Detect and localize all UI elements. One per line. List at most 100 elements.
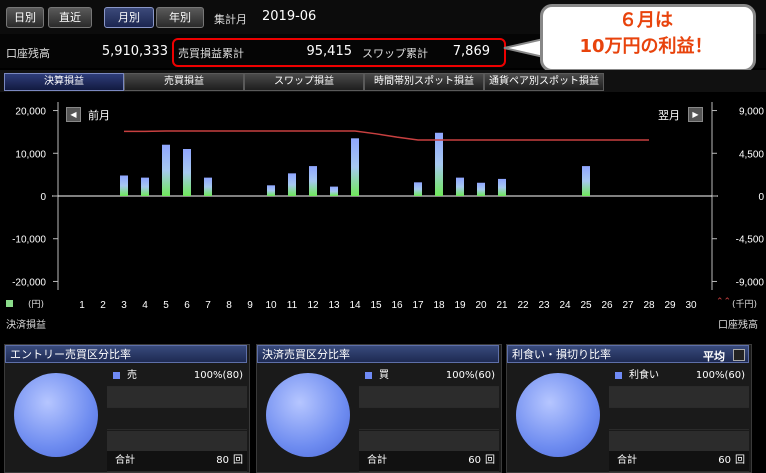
empty-row: [107, 431, 247, 452]
swap-label: スワップ累計: [362, 47, 428, 60]
y2-tick-label: 4,500: [739, 149, 764, 160]
right-legend-name: 口座残高: [718, 320, 758, 331]
total-value: 80: [216, 455, 229, 466]
total-label: 合計: [367, 455, 387, 466]
settlement-ratio-panel: 決済売買区分比率 買 100%(60) 合計 60 回: [256, 344, 502, 473]
period-tab-monthly[interactable]: 月別: [104, 7, 154, 28]
tab-pair-spot-pl[interactable]: 通貨ペア別スポット損益: [484, 73, 604, 91]
period-label: 集計月: [214, 13, 247, 26]
tab-hourly-spot-pl[interactable]: 時間帯別スポット損益: [364, 73, 484, 91]
pl-bar[interactable]: [288, 173, 296, 196]
pie-chart: [516, 373, 600, 457]
balance-line: [124, 130, 649, 141]
total-value: 60: [468, 455, 481, 466]
legend-value: 100%(60): [445, 370, 495, 381]
x-tick-label: 6: [184, 300, 190, 311]
pie-chart: [14, 373, 98, 457]
pl-bar[interactable]: [582, 166, 590, 196]
prev-month-label[interactable]: 前月: [88, 107, 110, 123]
profit-loss-ratio-panel: 利食い・損切り比率 平均 利食い 100%(60) 合計 60 回: [506, 344, 752, 473]
pl-bar[interactable]: [414, 182, 422, 196]
total-label: 合計: [617, 455, 637, 466]
next-month-label[interactable]: 翌月: [658, 107, 680, 123]
balance-label: 口座残高: [6, 47, 50, 60]
total-unit: 回: [485, 455, 495, 466]
pl-bar[interactable]: [267, 185, 275, 196]
next-month-button[interactable]: ▶: [688, 107, 703, 122]
pl-bar[interactable]: [498, 178, 506, 196]
average-label: 平均: [703, 350, 725, 363]
tab-settlement-pl[interactable]: 決算損益: [4, 73, 124, 91]
x-tick-label: 18: [433, 300, 445, 311]
legend-row: 利食い 100%(60): [609, 366, 749, 387]
y-tick-label: 0: [40, 192, 46, 203]
tab-trade-pl[interactable]: 売買損益: [124, 73, 244, 91]
pl-chart: 20,000 9,000 10,000 4,500 0 0 -10,000 -4,500 -20…: [12, 102, 765, 311]
total-row: 合計 60 回: [359, 451, 499, 472]
empty-row: [107, 409, 247, 430]
trade-pl-value: 95,415: [306, 44, 353, 59]
period-tab-recent[interactable]: 直近: [48, 7, 92, 28]
legend-label: 売: [127, 370, 137, 381]
pl-legend-icon: [6, 300, 13, 307]
callout-line1: ６月は: [619, 10, 673, 31]
legend-swatch: [113, 372, 120, 379]
x-tick-label: 17: [412, 300, 424, 311]
legend-value: 100%(80): [193, 370, 243, 381]
tab-swap-pl[interactable]: スワップ損益: [244, 73, 364, 91]
y2-tick-label: 0: [758, 192, 764, 203]
callout-text: ６月は 10万円の利益！: [548, 8, 744, 66]
x-tick-label: 29: [664, 300, 676, 311]
total-row: 合計 60 回: [609, 451, 749, 472]
period-tab-yearly[interactable]: 年別: [156, 7, 204, 28]
legend-swatch: [365, 372, 372, 379]
pl-bar[interactable]: [204, 177, 212, 196]
legend-label: 買: [379, 370, 389, 381]
total-value: 60: [718, 455, 731, 466]
average-checkbox[interactable]: [733, 349, 745, 361]
pl-bar[interactable]: [456, 177, 464, 196]
x-tick-label: 12: [307, 300, 319, 311]
x-tick-label: 11: [287, 300, 298, 311]
x-tick-label: 8: [226, 300, 232, 311]
pl-bar[interactable]: [120, 175, 128, 196]
x-tick-label: 21: [496, 300, 508, 311]
left-legend-name: 決済損益: [6, 320, 46, 331]
total-label: 合計: [115, 455, 135, 466]
panel-title: エントリー売買区分比率: [5, 345, 247, 363]
pl-bar[interactable]: [309, 166, 317, 196]
empty-row: [107, 387, 247, 408]
y-tick-label: -10,000: [12, 235, 46, 246]
pl-bar[interactable]: [330, 186, 338, 196]
pie-chart: [266, 373, 350, 457]
legend-row: 売 100%(80): [107, 366, 247, 387]
x-tick-label: 1: [79, 300, 85, 311]
x-tick-label: 28: [643, 300, 655, 311]
x-tick-label: 16: [391, 300, 403, 311]
callout-line2: 10万円の利益！: [579, 36, 713, 57]
x-tick-label: 22: [517, 300, 529, 311]
panel-title: 決済売買区分比率: [257, 345, 499, 363]
total-unit: 回: [735, 455, 745, 466]
x-tick-label: 30: [685, 300, 697, 311]
period-tab-daily[interactable]: 日別: [6, 7, 44, 28]
empty-row: [359, 387, 499, 408]
x-tick-label: 25: [580, 300, 592, 311]
legend-row: 買 100%(60): [359, 366, 499, 387]
pl-bar[interactable]: [183, 149, 191, 196]
x-tick-label: 13: [328, 300, 340, 311]
total-unit: 回: [233, 455, 243, 466]
chart-area: 20,000 9,000 10,000 4,500 0 0 -10,000 -4,500 -20…: [0, 94, 766, 336]
chart-tabs: 決算損益 売買損益 スワップ損益 時間帯別スポット損益 通貨ペア別スポット損益: [0, 70, 766, 92]
empty-row: [609, 431, 749, 452]
y2-tick-label: -9,000: [736, 277, 765, 288]
pl-bar[interactable]: [162, 144, 170, 196]
pl-bar[interactable]: [141, 177, 149, 196]
pl-bar[interactable]: [477, 182, 485, 196]
x-tick-label: 5: [163, 300, 169, 311]
pl-bar[interactable]: [351, 138, 359, 196]
x-tick-label: 14: [349, 300, 361, 311]
pl-bar[interactable]: [435, 132, 443, 196]
x-tick-label: 3: [121, 300, 127, 311]
prev-month-button[interactable]: ◀: [66, 107, 81, 122]
